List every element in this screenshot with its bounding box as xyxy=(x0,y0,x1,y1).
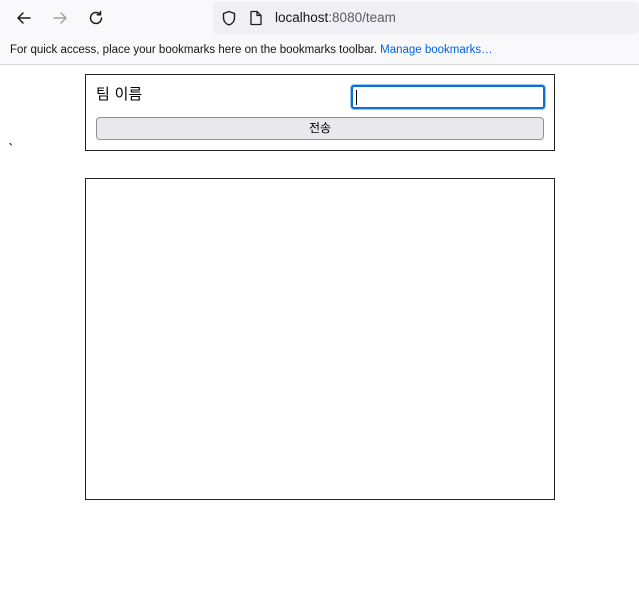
bookmarks-hint: For quick access, place your bookmarks h… xyxy=(10,44,377,56)
forward-button[interactable] xyxy=(48,6,72,30)
url-text[interactable]: localhost:8080/team xyxy=(275,10,396,26)
reload-button[interactable] xyxy=(84,6,108,30)
team-name-label: 팀 이름 xyxy=(96,85,143,103)
page-icon[interactable] xyxy=(249,10,263,26)
manage-bookmarks-link[interactable]: Manage bookmarks… xyxy=(380,44,493,56)
bookmarks-message: For quick access, place your bookmarks h… xyxy=(10,43,493,57)
team-name-input[interactable] xyxy=(351,85,545,109)
reload-icon xyxy=(89,10,103,25)
text-caret xyxy=(356,90,357,105)
browser-toolbar: localhost:8080/team xyxy=(0,0,639,36)
page-content: 팀 이름 전송 ` xyxy=(0,66,639,602)
back-button[interactable] xyxy=(12,6,36,30)
url-host: localhost xyxy=(275,10,329,25)
address-bar[interactable]: localhost:8080/team xyxy=(213,2,639,34)
team-result-box xyxy=(85,178,555,500)
shield-icon[interactable] xyxy=(221,10,237,27)
forward-arrow-icon xyxy=(53,12,67,24)
submit-button[interactable]: 전송 xyxy=(96,117,544,140)
back-arrow-icon xyxy=(17,12,31,24)
url-path: :8080/team xyxy=(328,10,396,25)
bookmarks-toolbar: For quick access, place your bookmarks h… xyxy=(0,36,639,65)
stray-backtick: ` xyxy=(8,143,15,158)
team-form: 팀 이름 전송 xyxy=(85,74,555,151)
